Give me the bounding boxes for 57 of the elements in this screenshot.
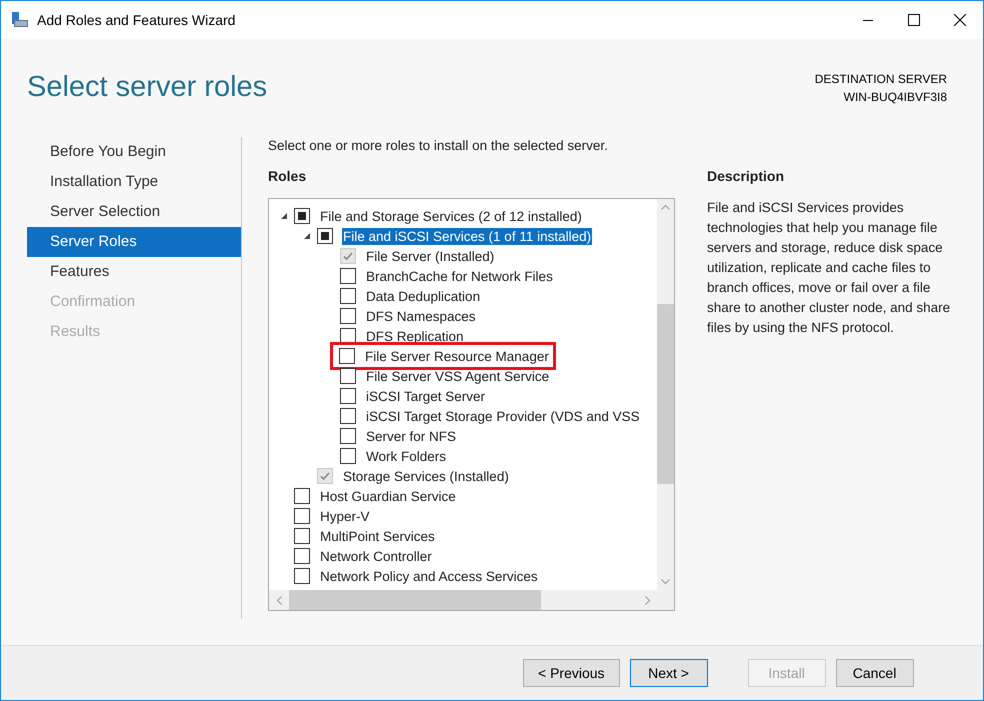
check-icon (319, 470, 331, 482)
role-label[interactable]: File Server VSS Agent Service (365, 368, 550, 384)
checkbox[interactable] (317, 228, 333, 244)
role-label[interactable]: Server for NFS (365, 428, 458, 444)
description-text: File and iSCSI Services provides technologies that help you manage file servers and storage, reduce disk space utilization, replicate and cache files to branch offices, move or fail over a file share to another cluster node, and share files by using the NFS protocol. (707, 199, 952, 337)
role-label[interactable]: DFS Replication (365, 328, 465, 344)
checkbox[interactable] (294, 548, 310, 564)
role-label[interactable]: BranchCache for Network Files (365, 268, 554, 284)
destination-label: DESTINATION SERVER (814, 72, 947, 86)
role-label[interactable]: Network Controller (319, 548, 433, 564)
window-title: Add Roles and Features Wizard (37, 12, 236, 28)
instruction-text: Select one or more roles to install on the selected server. (268, 138, 609, 155)
page-title: Select server roles (27, 71, 268, 105)
sidebar-item[interactable]: Before You Begin (27, 137, 241, 167)
checkbox[interactable] (339, 348, 355, 364)
role-label[interactable]: iSCSI Target Storage Provider (VDS and VSS (365, 408, 641, 424)
checkbox[interactable] (340, 268, 356, 284)
role-label[interactable]: Data Deduplication (365, 288, 482, 304)
wizard-button[interactable]: Next > (630, 659, 708, 687)
expand-arrow-icon[interactable] (303, 232, 311, 240)
role-label[interactable]: Network Policy and Access Services (319, 568, 539, 584)
server-icon (11, 11, 29, 29)
roles-tree[interactable] (268, 198, 675, 611)
role-label[interactable]: iSCSI Target Server (365, 388, 486, 404)
sidebar-item[interactable]: Installation Type (27, 167, 241, 197)
checkbox[interactable] (294, 568, 310, 584)
checkbox[interactable] (294, 528, 310, 544)
role-label[interactable]: MultiPoint Services (319, 528, 436, 544)
checkbox[interactable] (340, 408, 356, 424)
close-icon (954, 14, 966, 26)
role-label[interactable]: File and iSCSI Services (1 of 11 installed) (342, 228, 592, 244)
checkbox[interactable] (340, 288, 356, 304)
checkbox[interactable] (294, 488, 310, 504)
checkbox[interactable] (340, 428, 356, 444)
checkbox[interactable] (294, 508, 310, 524)
checkbox[interactable] (340, 308, 356, 324)
checkbox[interactable] (294, 208, 310, 224)
sidebar-item[interactable]: Server Roles (27, 227, 241, 257)
role-label[interactable]: File and Storage Services (2 of 12 installed) (319, 208, 583, 224)
role-label[interactable]: Host Guardian Service (319, 488, 457, 504)
sidebar-item[interactable]: Server Selection (27, 197, 241, 227)
checkbox[interactable] (340, 368, 356, 384)
check-icon (342, 250, 354, 262)
role-label[interactable]: Hyper-V (319, 508, 371, 524)
wizard-button[interactable]: < Previous (523, 659, 620, 687)
expand-arrow-icon[interactable] (280, 212, 288, 220)
role-label[interactable]: DFS Namespaces (365, 308, 477, 324)
role-label[interactable]: File Server Resource Manager (364, 348, 550, 364)
role-label[interactable]: Work Folders (365, 448, 448, 464)
checkbox[interactable] (340, 388, 356, 404)
wizard-button[interactable]: Cancel (836, 659, 914, 687)
destination-server: WIN-BUQ4IBVF3I8 (844, 90, 947, 104)
roles-heading: Roles (268, 168, 308, 186)
maximize-icon (908, 14, 920, 26)
sidebar-item[interactable]: Features (27, 257, 241, 287)
description-heading: Description (707, 168, 786, 186)
checkbox[interactable] (340, 448, 356, 464)
